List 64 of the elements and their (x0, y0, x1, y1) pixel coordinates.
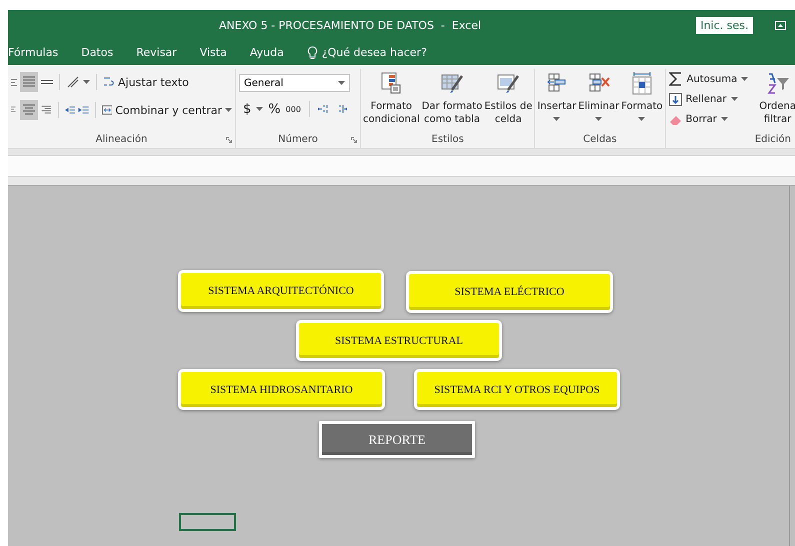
sheet-button[interactable]: SISTEMA ELÉCTRICO (406, 271, 613, 313)
caret-icon (256, 107, 264, 111)
currency-button[interactable]: $ (243, 102, 252, 116)
caret-icon (338, 81, 345, 85)
orientation-icon (66, 75, 80, 89)
tell-me-search[interactable]: ¿Qué desea hacer? (322, 46, 427, 59)
merge-cells-icon (102, 104, 112, 116)
wrap-text-button[interactable]: Ajustar texto (118, 76, 189, 88)
ribbon-button[interactable]: Eliminar (578, 69, 620, 130)
dialog-launcher-icon (351, 137, 357, 143)
ribbon-button[interactable]: Autosuma (686, 74, 738, 84)
sheet-button[interactable]: SISTEMA ESTRUCTURAL (296, 320, 502, 361)
ribbon-tab[interactable]: Datos (81, 46, 114, 59)
group-label: Edición (754, 134, 791, 144)
percent-button[interactable]: % (268, 102, 281, 116)
ribbon-button[interactable]: Dar formato como tabla (422, 69, 482, 130)
sheet-button[interactable]: SISTEMA RCI Y OTROS EQUIPOS (414, 369, 620, 410)
thousands-button[interactable]: 000 (286, 104, 301, 114)
ribbon-button[interactable]: Insertar (537, 69, 576, 130)
ribbon-button[interactable]: Ordena filtrar (759, 69, 795, 130)
conditional-format-icon (379, 72, 404, 96)
sort-filter-icon (766, 72, 790, 96)
lightbulb-icon (306, 46, 318, 60)
caret-icon (83, 80, 90, 84)
ribbon-tab[interactable]: Vista (200, 46, 227, 59)
increase-decimal-icon (318, 103, 330, 115)
caret-icon (638, 117, 646, 121)
ribbon-button[interactable]: Formato condicional (363, 69, 420, 130)
ribbon-display-icon (775, 20, 786, 30)
caret-icon (730, 97, 738, 101)
dialog-launcher-icon (226, 137, 232, 143)
caret-icon (720, 117, 728, 121)
selected-cell[interactable] (179, 513, 236, 531)
fill-down-icon (668, 92, 682, 106)
sign-in-button[interactable]: Inic. ses. (696, 16, 753, 34)
group-label: Estilos (432, 134, 464, 144)
format-cells-icon (630, 72, 654, 96)
cell-brush-icon (496, 72, 520, 96)
caret-icon (595, 117, 602, 121)
ribbon-tab[interactable]: Fórmulas (8, 46, 58, 59)
align-bottom-icon (41, 80, 53, 84)
number-format-dropdown[interactable]: General (239, 74, 350, 92)
sigma-icon (668, 72, 683, 86)
table-brush-icon (440, 72, 464, 96)
ribbon-tab[interactable]: Ayuda (250, 46, 284, 59)
caret-icon (225, 108, 232, 112)
group-label: Alineación (96, 134, 148, 144)
sheet-button[interactable]: REPORTE (319, 421, 475, 458)
sheet-button[interactable]: SISTEMA ARQUITECTÓNICO (178, 270, 384, 312)
center-text-icon (22, 103, 36, 117)
caret-icon (741, 77, 748, 81)
ribbon-button[interactable]: Rellenar (686, 94, 727, 104)
ribbon-tab[interactable]: Revisar (136, 46, 177, 59)
sheet-button[interactable]: SISTEMA HIDROSANITARIO (178, 369, 385, 410)
ribbon-button[interactable]: Estilos de celda (484, 69, 532, 130)
caret-icon (553, 117, 560, 121)
ribbon-button[interactable]: Borrar (686, 114, 717, 124)
align-top-icon (11, 78, 17, 86)
window-title: ANEXO 5 - PROCESAMIENTO DE DATOS - Excel (219, 18, 482, 32)
merge-center-button[interactable]: Combinar y centrar (115, 104, 222, 116)
group-label: Celdas (583, 134, 617, 144)
align-center-icon (22, 75, 36, 89)
ribbon-button[interactable]: Formato (621, 69, 663, 130)
group-label: Número (278, 134, 318, 144)
